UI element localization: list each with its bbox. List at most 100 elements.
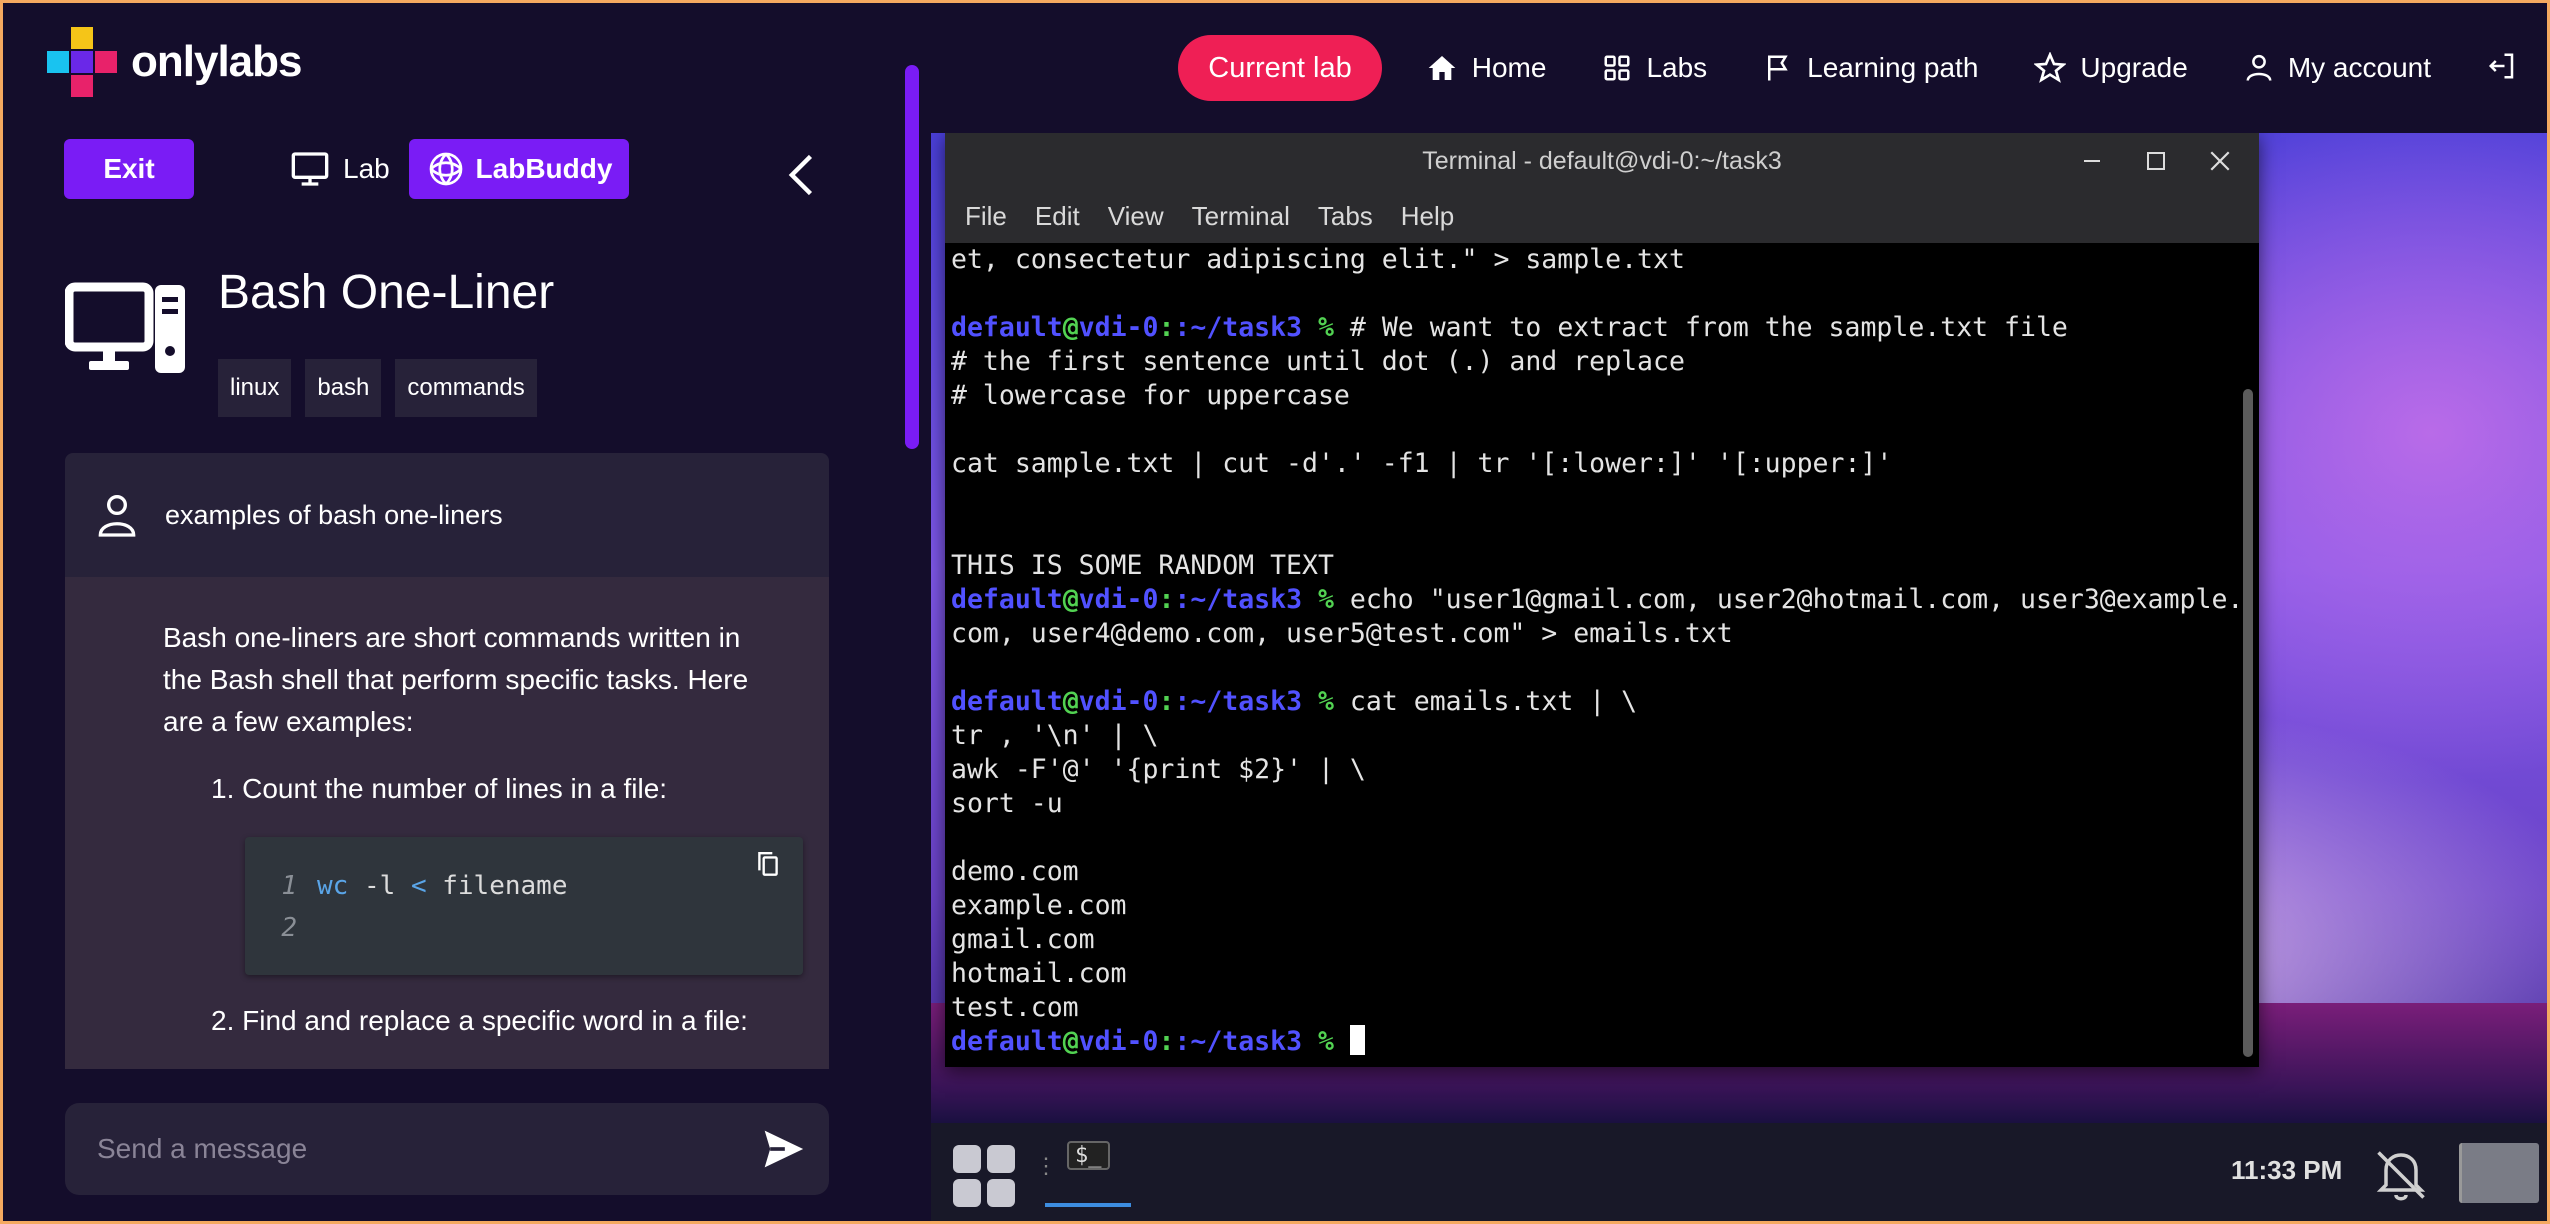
nav-home-label: Home: [1471, 52, 1547, 83]
menu-edit[interactable]: Edit: [1035, 201, 1080, 232]
exit-button[interactable]: Exit: [64, 139, 194, 199]
send-button[interactable]: [761, 1127, 805, 1176]
code-flag: -l: [348, 871, 411, 901]
terminal-window[interactable]: Terminal - default@vdi-0:~/task3 File Ed…: [945, 133, 2259, 1067]
terminal-line: # lowercase for uppercase: [951, 380, 1350, 411]
terminal-line: cat sample.txt | cut -d'.' -f1 | tr '[:l…: [951, 448, 1893, 479]
list-item: 2. Find and replace a specific word in a…: [211, 1005, 748, 1036]
code-argument: filename: [426, 871, 568, 901]
terminal-line: default@vdi-0::~/task3 % cat emails.txt …: [951, 686, 1638, 717]
current-lab-button[interactable]: Current lab: [1178, 35, 1382, 101]
app-grid-icon: [953, 1145, 1015, 1207]
main-nav: Current lab Home Labs Learning path Upgr…: [1178, 35, 2547, 101]
nav-upgrade-label: Upgrade: [2080, 52, 2188, 83]
workspace-switcher[interactable]: [2459, 1143, 2539, 1203]
terminal-line: hotmail.com: [951, 958, 1127, 989]
brand-logo[interactable]: onlylabs: [47, 27, 302, 97]
tab-labbuddy[interactable]: LabBuddy: [409, 139, 629, 199]
assistant-message: Bash one-liners are short commands writt…: [65, 577, 829, 1069]
home-icon: [1428, 56, 1456, 80]
terminal-output[interactable]: et, consectetur adipiscing elit." > samp…: [945, 243, 2241, 1067]
clock[interactable]: 11:33 PM: [2231, 1155, 2342, 1186]
menu-terminal[interactable]: Terminal: [1192, 201, 1290, 232]
terminal-line: et, consectetur adipiscing elit." > samp…: [951, 244, 1685, 275]
flag-icon: [1768, 55, 1788, 81]
brand-name: onlylabs: [131, 37, 302, 86]
terminal-titlebar[interactable]: Terminal - default@vdi-0:~/task3: [945, 133, 2259, 189]
tab-lab-label: Lab: [343, 153, 390, 184]
grid-icon: [1604, 55, 1630, 81]
nav-learning-path[interactable]: Learning path: [1763, 52, 1978, 84]
maximize-button[interactable]: [2133, 141, 2179, 181]
tag-linux[interactable]: linux: [218, 359, 292, 417]
text-cursor: [1349, 1025, 1365, 1055]
nav-home[interactable]: Home: [1426, 52, 1547, 84]
nav-labs[interactable]: Labs: [1602, 52, 1707, 84]
terminal-line: THIS IS SOME RANDOM TEXT: [951, 550, 1334, 581]
nav-my-account[interactable]: My account: [2244, 52, 2431, 84]
ai-knot-icon: [429, 152, 462, 186]
menu-file[interactable]: File: [965, 201, 1007, 232]
line-number: 2: [281, 913, 297, 943]
line-number: 1: [281, 871, 297, 901]
tag-commands[interactable]: commands: [395, 359, 537, 417]
code-line: 2: [245, 907, 803, 949]
menu-tabs[interactable]: Tabs: [1318, 201, 1373, 232]
nav-labs-label: Labs: [1646, 52, 1708, 83]
copy-code-button[interactable]: [755, 851, 781, 886]
remote-desktop[interactable]: Terminal - default@vdi-0:~/task3 File Ed…: [931, 133, 2547, 1221]
monitor-icon: [291, 152, 329, 186]
user-icon: [2246, 54, 2272, 81]
logout-button[interactable]: [2487, 51, 2517, 86]
bell-off-icon: [2376, 1151, 2426, 1201]
nav-learning-path-label: Learning path: [1807, 52, 1979, 83]
taskbar: ⋮ $_ 11:33 PM: [931, 1123, 2547, 1221]
notifications-button[interactable]: [2371, 1145, 2431, 1210]
nav-my-account-label: My account: [2287, 52, 2431, 83]
panel-scrollbar[interactable]: [905, 65, 919, 449]
tab-lab[interactable]: Lab: [289, 139, 390, 199]
menu-help[interactable]: Help: [1401, 201, 1454, 232]
star-icon: [2034, 52, 2067, 83]
lab-side-panel: Exit Lab LabBuddy Bash One-Liner linux b…: [3, 133, 833, 1221]
close-button[interactable]: [2197, 141, 2243, 181]
terminal-line: com, user4@demo.com, user5@test.com" > e…: [951, 618, 1733, 649]
terminal-line: tr , '\n' | \: [951, 720, 1159, 751]
apps-menu-button[interactable]: [951, 1143, 1017, 1214]
terminal-scrollbar[interactable]: [2243, 389, 2253, 1057]
taskbar-terminal-button[interactable]: $_: [1045, 1133, 1131, 1207]
terminal-line: awk -F'@' '{print $2}' | \: [951, 754, 1366, 785]
send-icon: [764, 1130, 804, 1168]
logo-mark-icon: [47, 27, 117, 97]
minimize-button[interactable]: [2069, 141, 2115, 181]
menu-view[interactable]: View: [1108, 201, 1164, 232]
collapse-panel-button[interactable]: [785, 153, 819, 202]
user-avatar-icon: [98, 495, 136, 537]
tag-bash[interactable]: bash: [305, 359, 382, 417]
logout-icon: [2488, 53, 2514, 78]
nav-upgrade[interactable]: Upgrade: [2034, 52, 2188, 84]
terminal-menubar: File Edit View Terminal Tabs Help: [945, 189, 2259, 243]
tab-labbuddy-label: LabBuddy: [475, 153, 613, 184]
terminal-line: example.com: [951, 890, 1127, 921]
copy-icon: [758, 851, 778, 876]
app-root: onlylabs Current lab Home Labs Learning …: [3, 3, 2547, 1221]
terminal-line: default@vdi-0::~/task3 % # We want to ex…: [951, 312, 2068, 343]
message-composer: [65, 1103, 829, 1195]
terminal-line: demo.com: [951, 856, 1079, 887]
terminal-line: test.com: [951, 992, 1079, 1023]
code-command: wc: [317, 871, 349, 901]
terminal-app-icon: $_: [1067, 1141, 1110, 1170]
minimize-icon: [2084, 160, 2100, 162]
computer-icon: [64, 281, 187, 382]
message-input[interactable]: [97, 1133, 737, 1165]
window-controls: [2051, 133, 2243, 189]
top-navbar: onlylabs Current lab Home Labs Learning …: [3, 3, 2547, 133]
terminal-line: gmail.com: [951, 924, 1095, 955]
